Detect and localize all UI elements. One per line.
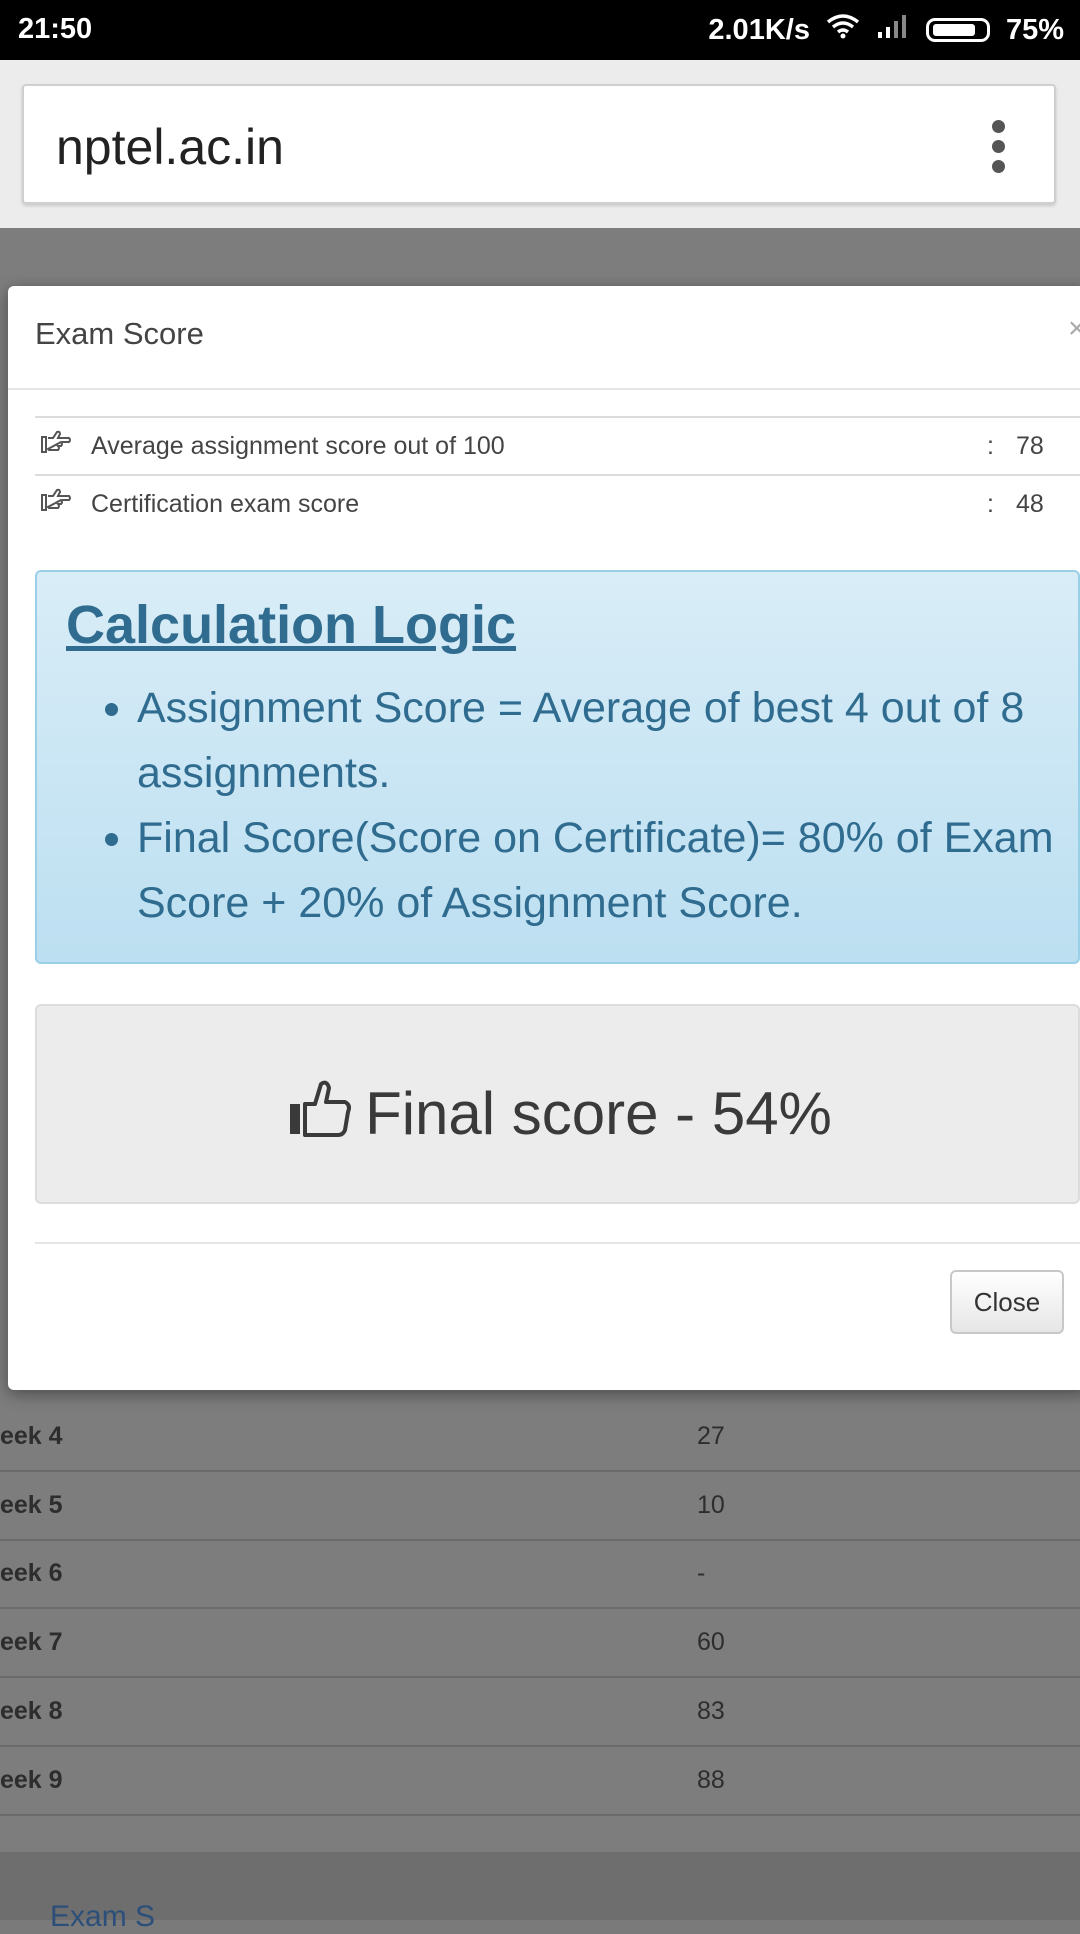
hand-point-right-icon [41,488,71,519]
menu-dots-icon[interactable] [992,120,1006,180]
final-score: Final score - 54% [37,1078,1080,1152]
thumbs-up-icon [287,1078,353,1152]
battery-icon [925,18,990,42]
score-row-assignment: Average assignment score out of 100 : 78 [35,416,1080,474]
week-label: eek 4 [0,1422,63,1450]
exam-score-link: Exam S [50,1900,156,1933]
url-text[interactable]: nptel.ac.in [56,118,284,176]
week-label: eek 5 [0,1491,63,1519]
week-score: 10 [697,1491,725,1519]
logic-item: Assignment Score = Average of best 4 out… [137,676,1080,806]
header-divider [8,388,1080,390]
week-label: eek 7 [0,1628,63,1656]
calculation-logic-panel: Calculation Logic Assignment Score = Ave… [35,570,1080,964]
week-score: 83 [697,1697,725,1725]
network-speed: 2.01K/s [708,13,810,46]
score-colon: : [987,432,994,460]
score-label: Certification exam score [91,490,360,518]
footer-divider [35,1242,1080,1244]
score-row-exam: Certification exam score : 48 [35,474,1080,532]
table-row: eek 9 88 [0,1746,1080,1816]
hand-point-right-icon [41,430,71,461]
close-button[interactable]: Close [950,1270,1064,1334]
score-value: 48 [1016,490,1044,518]
url-bar[interactable]: nptel.ac.in [22,84,1056,204]
table-row: eek 7 60 [0,1608,1080,1678]
score-label: Average assignment score out of 100 [91,432,505,460]
final-score-text: Final score - 54% [365,1080,832,1147]
week-label: eek 6 [0,1559,63,1587]
background-footer: Exam S [0,1852,1080,1933]
status-time: 21:50 [18,13,93,45]
final-score-panel: Final score - 54% [35,1004,1080,1204]
exam-score-modal: Exam Score × Average assignment score ou… [8,286,1080,1390]
week-score: - [697,1559,706,1587]
week-label: eek 9 [0,1766,63,1794]
table-row: eek 5 10 [0,1471,1080,1541]
browser-toolbar: nptel.ac.in [0,60,1080,228]
table-row: eek 6 - [0,1539,1080,1609]
wifi-icon [826,13,860,47]
week-label: eek 8 [0,1697,63,1725]
week-score: 60 [697,1628,725,1656]
score-colon: : [987,490,994,518]
close-icon[interactable]: × [1068,312,1080,346]
calculation-logic-title: Calculation Logic [66,595,517,655]
status-bar: 21:50 2.01K/s 75% [0,0,1080,60]
battery-percent: 75% [1005,13,1064,46]
modal-title: Exam Score [35,316,204,351]
table-row: eek 4 27 [0,1402,1080,1472]
week-score: 27 [697,1422,725,1450]
score-value: 78 [1016,432,1044,460]
table-row: eek 8 83 [0,1677,1080,1747]
calculation-logic-list: Assignment Score = Average of best 4 out… [99,676,1080,936]
week-score: 88 [697,1766,725,1794]
signal-icon [876,13,910,47]
logic-item: Final Score(Score on Certificate)= 80% o… [137,806,1080,936]
